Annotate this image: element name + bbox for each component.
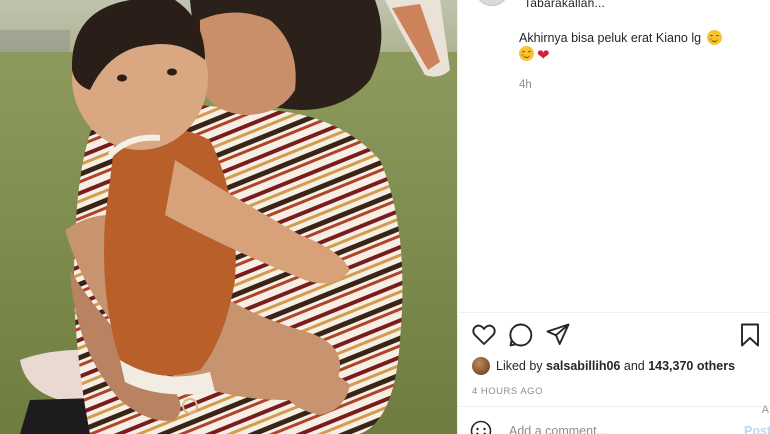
post-details-panel: Tabarakallah... Akhirnya bisa peluk erat…	[457, 0, 770, 434]
bookmark-icon[interactable]	[737, 322, 763, 348]
caption-text: Akhirnya bisa peluk erat Kiano lg	[519, 31, 702, 45]
paper-plane-icon[interactable]	[545, 322, 571, 348]
likes-summary[interactable]: Liked by salsabillih06 and 143,370 other…	[472, 356, 735, 376]
liked-by-prefix: Liked by	[496, 359, 547, 373]
caption-truncated: Tabarakallah...	[524, 0, 606, 10]
heart-outline-icon[interactable]	[471, 322, 497, 348]
liked-by-middle: and	[620, 359, 649, 373]
liker-avatar[interactable]	[472, 357, 490, 375]
post-timestamp[interactable]: 4 HOURS AGO	[472, 386, 543, 397]
smiling-face-emoji-icon	[706, 30, 722, 45]
comment-input[interactable]: Add a comment...	[509, 424, 607, 434]
divider	[458, 406, 770, 407]
divider	[458, 312, 770, 313]
post-photo[interactable]	[0, 0, 457, 434]
post-comment-button[interactable]: Post	[744, 424, 770, 434]
author-avatar[interactable]	[476, 0, 508, 6]
red-heart-emoji-icon: ❤	[537, 47, 550, 64]
comment-composer: Add a comment... Post	[470, 418, 770, 434]
smiling-face-emoji-icon	[519, 46, 534, 61]
action-bar	[471, 322, 763, 348]
caption-header: Tabarakallah...	[464, 0, 764, 15]
post-image	[0, 0, 457, 434]
liked-by-user[interactable]: salsabillih06	[546, 359, 620, 373]
caption: Akhirnya bisa peluk erat Kiano lg ❤	[519, 30, 759, 63]
caption-time: 4h	[519, 79, 532, 91]
smiley-face-icon[interactable]	[470, 420, 492, 434]
liked-by-count[interactable]: 143,370 others	[648, 359, 735, 373]
speech-bubble-icon[interactable]	[508, 322, 534, 348]
scroll-indicator: A	[761, 404, 769, 416]
